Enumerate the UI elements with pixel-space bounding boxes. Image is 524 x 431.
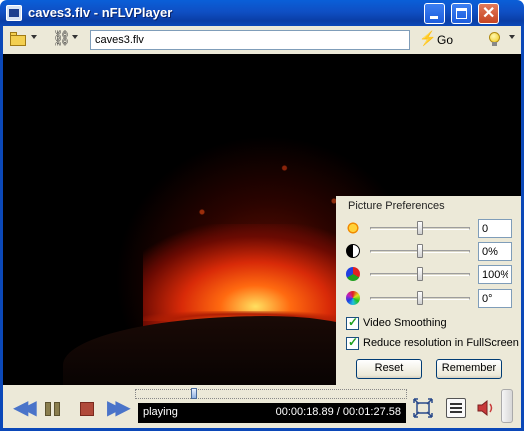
open-folder-icon[interactable]: [10, 31, 26, 47]
brightness-slider-thumb[interactable]: [417, 221, 423, 235]
toolbar: ⛓ ⚡ Go: [3, 26, 521, 54]
minimize-button[interactable]: [424, 3, 445, 24]
remember-button[interactable]: Remember: [436, 359, 502, 379]
status-bar: playing 00:00:18.89 / 00:01:27.58: [138, 403, 406, 423]
hue-slider-thumb[interactable]: [417, 291, 423, 305]
pause-icon[interactable]: [45, 402, 62, 416]
playback-time: 00:00:18.89 / 00:01:27.58: [275, 406, 401, 418]
picture-preferences-panel: Picture Preferences Video Smoothing Redu…: [336, 196, 521, 385]
go-button[interactable]: ⚡ Go: [417, 30, 461, 50]
contrast-value[interactable]: [478, 242, 512, 261]
contrast-slider-thumb[interactable]: [417, 244, 423, 258]
color-slider-thumb[interactable]: [417, 267, 423, 281]
reduce-resolution-label: Reduce resolution in FullScreen: [363, 337, 519, 349]
color-value[interactable]: [478, 265, 512, 284]
fullscreen-icon[interactable]: [413, 398, 433, 418]
brightness-icon: [346, 221, 360, 235]
seek-bar-thumb[interactable]: [190, 388, 197, 399]
brightness-row: [336, 218, 521, 240]
hue-row: [336, 288, 521, 310]
lightning-icon: ⚡: [419, 30, 437, 46]
maximize-icon: [456, 8, 467, 19]
link-dropdown-arrow-icon[interactable]: [72, 35, 78, 39]
reset-button[interactable]: Reset: [356, 359, 422, 379]
link-icon[interactable]: ⛓: [52, 31, 71, 47]
open-dropdown-arrow-icon[interactable]: [31, 35, 37, 39]
stop-icon[interactable]: [80, 402, 94, 416]
reduce-resolution-checkbox[interactable]: [346, 335, 359, 350]
playback-state: playing: [143, 406, 178, 418]
fast-forward-icon[interactable]: ▶▶: [107, 398, 131, 418]
color-row: [336, 264, 521, 286]
seek-bar[interactable]: [135, 389, 407, 399]
hue-value[interactable]: [478, 289, 512, 308]
rewind-icon[interactable]: ◀◀: [13, 398, 37, 418]
title-bar[interactable]: caves3.flv - nFLVPlayer ✕: [0, 0, 524, 26]
hue-icon: [346, 291, 360, 305]
app-icon[interactable]: [6, 5, 22, 21]
maximize-button[interactable]: [451, 3, 472, 24]
volume-icon[interactable]: [476, 399, 496, 417]
go-label: Go: [437, 33, 454, 47]
video-smoothing-checkbox[interactable]: [346, 315, 359, 330]
volume-slider[interactable]: [501, 389, 513, 423]
lightbulb-icon[interactable]: [487, 31, 503, 47]
close-icon: ✕: [482, 5, 496, 22]
close-button[interactable]: ✕: [478, 3, 499, 24]
minimize-icon: [430, 16, 438, 19]
contrast-row: [336, 241, 521, 263]
window-title: caves3.flv - nFLVPlayer: [28, 5, 173, 20]
playback-controls: ◀◀ ▶▶ playing 00:00:18.89 / 00:01:27.58: [3, 385, 521, 428]
lightbulb-dropdown-arrow-icon[interactable]: [509, 35, 515, 39]
brightness-value[interactable]: [478, 219, 512, 238]
contrast-icon: [346, 244, 360, 258]
playlist-icon[interactable]: [446, 398, 466, 418]
video-smoothing-label: Video Smoothing: [363, 317, 447, 329]
color-icon: [346, 267, 360, 281]
url-input[interactable]: [90, 30, 410, 50]
picture-preferences-title: Picture Preferences: [348, 200, 445, 212]
